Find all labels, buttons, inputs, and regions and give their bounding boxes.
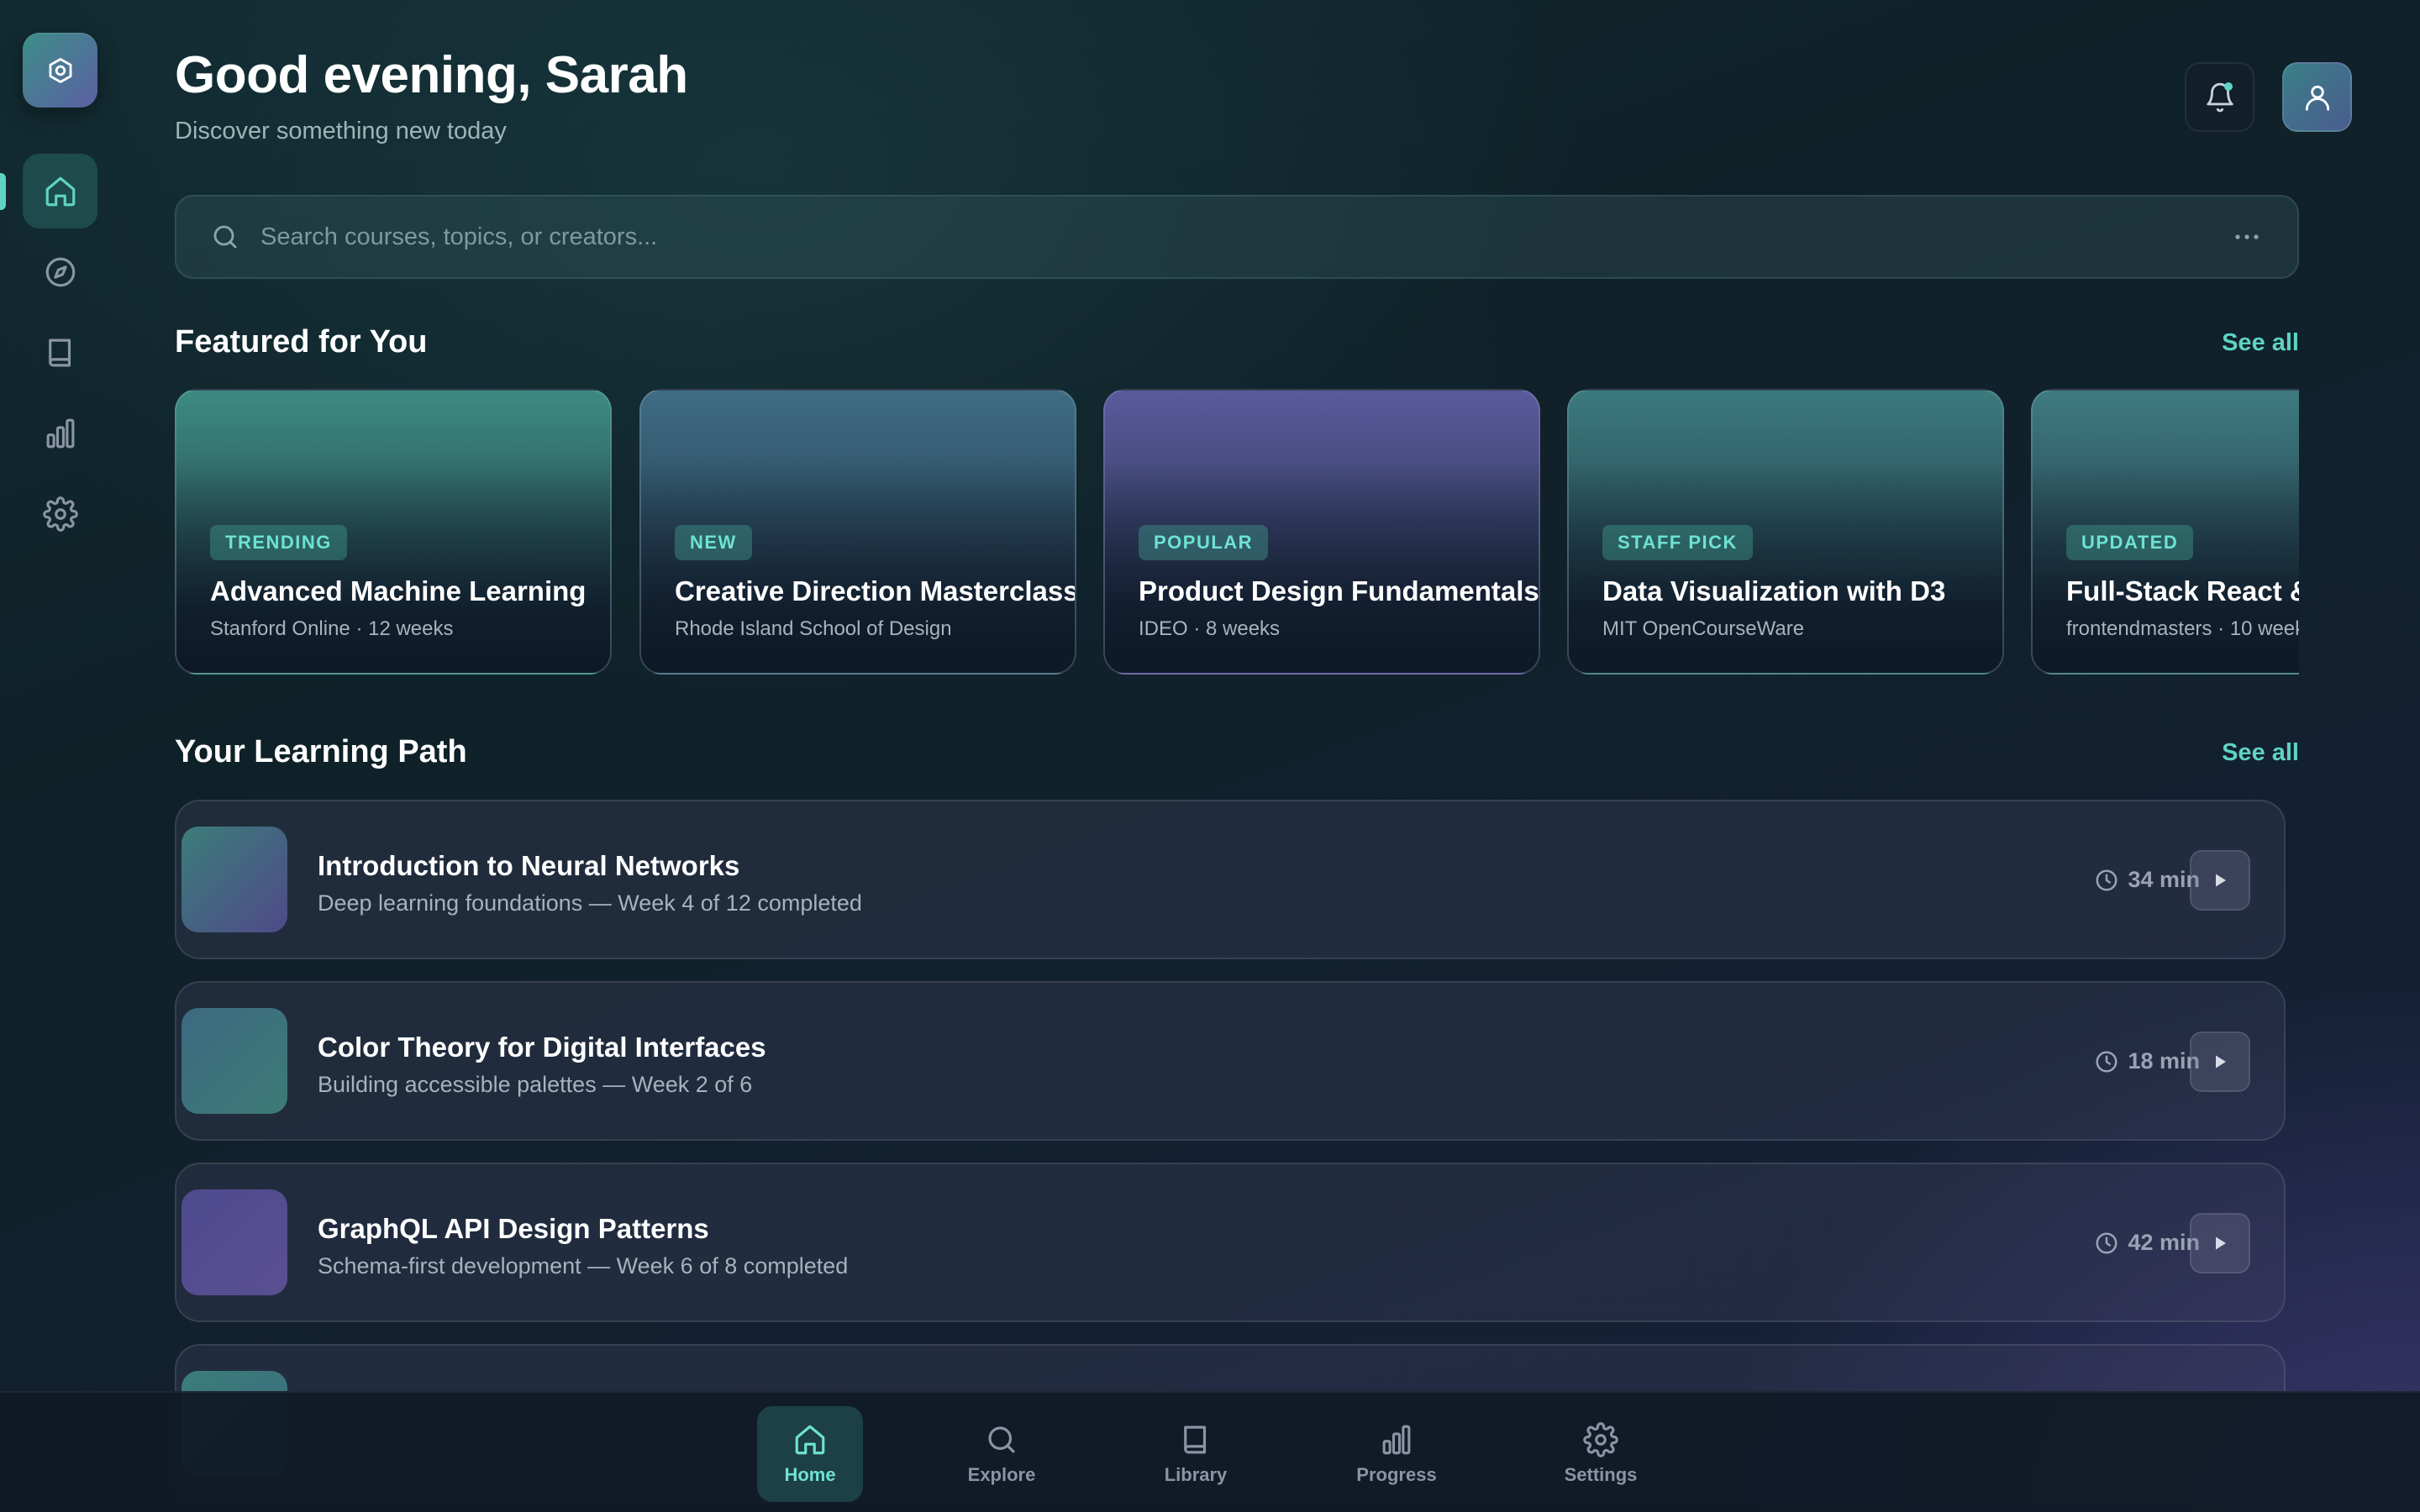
bottom-nav-home[interactable]: Home	[757, 1406, 863, 1502]
play-button[interactable]	[2190, 1032, 2250, 1092]
course-subtitle: Schema-first development — Week 6 of 8 c…	[318, 1253, 849, 1278]
learning-path-item[interactable]: Introduction to Neural Networks Deep lea…	[175, 800, 2286, 959]
home-icon	[795, 1425, 825, 1455]
app-logo[interactable]	[23, 33, 97, 108]
course-duration: 18 min	[2094, 1048, 2200, 1074]
bottom-nav-label: Explore	[967, 1464, 1036, 1485]
search-icon	[213, 225, 237, 249]
card-tag: POPULAR	[1139, 525, 1269, 560]
bottom-nav-progress[interactable]: Progress	[1344, 1406, 1449, 1502]
notification-dot	[2224, 82, 2233, 91]
compass-icon	[45, 257, 75, 286]
book-icon	[48, 339, 71, 366]
learning-path-section-title: Your Learning Path	[175, 734, 467, 769]
search-options-button[interactable]	[2230, 220, 2264, 254]
page-title: Good evening, Sarah	[175, 46, 688, 104]
notifications-button[interactable]	[2185, 62, 2254, 132]
card-title: Advanced Machine Learning	[210, 575, 587, 606]
page-subtitle: Discover something new today	[175, 118, 507, 144]
card-meta: IDEO · 8 weeks	[1139, 617, 1281, 640]
sidebar-item-settings[interactable]	[23, 476, 97, 551]
card-tag: NEW	[675, 525, 752, 560]
bottom-nav: Home Explore Library Progress Settings	[0, 1391, 2420, 1512]
bottom-nav-label: Settings	[1564, 1464, 1638, 1485]
clock-icon	[2096, 1232, 2118, 1253]
gear-icon	[42, 496, 78, 532]
featured-card[interactable]: STAFF PICK Data Visualization with D3 MI…	[1567, 389, 2004, 675]
card-title: Data Visualization with D3	[1602, 575, 1946, 606]
card-tag: STAFF PICK	[1602, 525, 1753, 560]
card-meta: Stanford Online · 12 weeks	[210, 617, 454, 640]
play-icon	[2216, 1236, 2226, 1250]
clock-icon	[2096, 869, 2118, 890]
home-icon	[45, 176, 75, 206]
book-icon	[1184, 1425, 1207, 1454]
course-duration: 42 min	[2094, 1230, 2200, 1256]
bottom-nav-settings[interactable]: Settings	[1548, 1406, 1654, 1502]
gear-icon	[1583, 1422, 1618, 1457]
play-icon	[2216, 874, 2226, 887]
card-tag: TRENDING	[210, 525, 347, 560]
bottom-nav-label: Progress	[1356, 1464, 1437, 1485]
course-subtitle: Building accessible palettes — Week 2 of…	[318, 1072, 753, 1097]
sidebar-item-home[interactable]	[23, 154, 97, 228]
card-tag: UPDATED	[2066, 525, 2194, 560]
card-title: Product Design Fundamentals	[1139, 575, 1539, 606]
card-meta: frontendmasters · 10 weeks	[2066, 617, 2299, 640]
featured-card[interactable]: NEW Creative Direction Masterclass Rhode…	[639, 389, 1076, 675]
learning-path-see-all-link[interactable]: See all	[2222, 739, 2299, 767]
course-title: Introduction to Neural Networks	[318, 850, 740, 881]
search-bar	[175, 195, 2299, 279]
course-thumbnail	[182, 827, 287, 932]
bottom-nav-library[interactable]: Library	[1143, 1406, 1249, 1502]
user-icon	[2305, 85, 2329, 111]
search-icon	[988, 1426, 1015, 1453]
search-input[interactable]	[260, 223, 2230, 251]
sidebar	[0, 0, 121, 1391]
featured-card[interactable]: TRENDING Advanced Machine Learning Stanf…	[175, 389, 612, 675]
play-icon	[2216, 1055, 2226, 1068]
featured-section-title: Featured for You	[175, 324, 428, 360]
card-meta: MIT OpenCourseWare	[1602, 617, 1805, 640]
hexagon-logo-icon	[49, 57, 71, 83]
featured-card[interactable]: UPDATED Full-Stack React & Node frontend…	[2031, 389, 2299, 675]
course-title: Color Theory for Digital Interfaces	[318, 1032, 766, 1063]
clock-icon	[2096, 1051, 2118, 1072]
course-thumbnail	[182, 1008, 287, 1114]
bottom-nav-label: Library	[1164, 1464, 1228, 1485]
learning-path-item[interactable]: GraphQL API Design Patterns Schema-first…	[175, 1163, 2286, 1322]
sidebar-item-library[interactable]	[23, 315, 97, 390]
play-button[interactable]	[2190, 850, 2250, 911]
card-title: Full-Stack React & Node	[2066, 575, 2299, 606]
course-duration: 34 min	[2094, 867, 2200, 893]
card-meta: Rhode Island School of Design	[675, 617, 952, 640]
course-thumbnail	[182, 1189, 287, 1295]
course-subtitle: Deep learning foundations — Week 4 of 12…	[318, 890, 862, 916]
featured-see-all-link[interactable]: See all	[2222, 329, 2299, 357]
sidebar-item-progress[interactable]	[23, 396, 97, 470]
featured-carousel: TRENDING Advanced Machine Learning Stanf…	[175, 389, 2299, 676]
featured-card[interactable]: POPULAR Product Design Fundamentals IDEO…	[1103, 389, 1540, 675]
profile-button[interactable]	[2282, 62, 2352, 132]
sidebar-item-explore[interactable]	[23, 234, 97, 309]
bar-chart-icon	[1382, 1425, 1411, 1455]
bottom-nav-label: Home	[784, 1464, 836, 1485]
card-title: Creative Direction Masterclass	[675, 575, 1076, 606]
active-nav-indicator	[0, 173, 6, 210]
bar-chart-icon	[46, 418, 74, 448]
more-horizontal-icon	[2235, 234, 2259, 239]
play-button[interactable]	[2190, 1213, 2250, 1273]
course-title: GraphQL API Design Patterns	[318, 1213, 709, 1244]
bottom-nav-explore[interactable]: Explore	[949, 1406, 1055, 1502]
learning-path-item[interactable]: Color Theory for Digital Interfaces Buil…	[175, 981, 2286, 1141]
